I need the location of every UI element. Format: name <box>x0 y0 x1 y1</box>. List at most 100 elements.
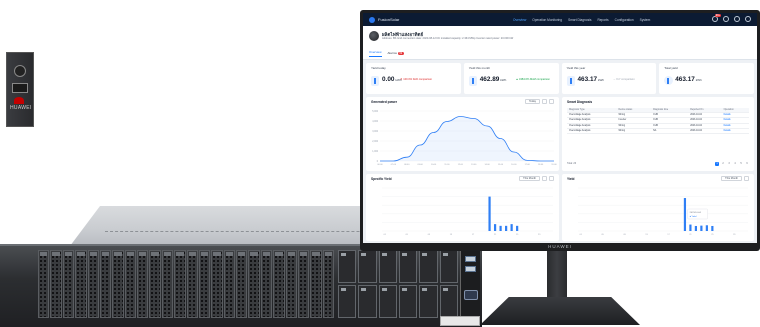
drive-bays <box>38 250 334 318</box>
y-tick-label: 2,000 <box>372 141 378 143</box>
x-tick-label: 05 <box>406 234 409 236</box>
nav-item-overview[interactable]: Overview <box>513 18 526 22</box>
kpi-delta: ▲ 4384.6% MoM comparison <box>515 78 550 81</box>
kpi-number: 462.89 <box>479 76 500 83</box>
nav-item-system[interactable]: System <box>640 18 651 22</box>
drive-bay <box>419 250 438 283</box>
x-tick-label: 12:00 <box>458 164 464 166</box>
vga-port-icon <box>464 290 478 300</box>
drive-bay <box>419 285 438 318</box>
user-icon[interactable] <box>745 16 751 22</box>
drive-bay <box>38 250 50 318</box>
page-button[interactable]: 4 <box>733 162 737 166</box>
plant-meta: Address: BS Grid connection date: 2023-0… <box>382 37 514 40</box>
page-button[interactable]: 6 <box>745 162 749 166</box>
tab-alarms-label: Alarms <box>387 50 397 55</box>
x-tick-label: 14:00 <box>484 164 490 166</box>
x-tick-label: 25 <box>711 234 714 236</box>
drive-bay <box>338 285 357 318</box>
bar <box>683 198 687 231</box>
table-cell: Wiring <box>616 128 652 134</box>
asset-tag <box>440 316 480 326</box>
area-fill <box>380 116 554 161</box>
bar <box>510 224 513 231</box>
nav-item-reports[interactable]: Reports <box>597 18 608 22</box>
x-tick-label: 25 <box>516 234 519 236</box>
x-tick-label: 29 <box>538 234 541 236</box>
settings-icon[interactable] <box>723 16 729 22</box>
specific-yield-chart: 01 05 09 13 17 21 25 29 <box>382 187 553 236</box>
drive-bay <box>358 250 377 283</box>
x-tick-label: 10:00 <box>431 164 437 166</box>
page-button[interactable]: 2 <box>721 162 725 166</box>
kpi-value: 463.17kWh <box>578 76 605 83</box>
plant-header: ผลิตไฟฟ้าแสงอาทิตย์ Address: BS Grid con… <box>363 26 757 60</box>
nav-item-operation-monitoring[interactable]: Operation Monitoring <box>532 18 562 22</box>
nav-item-smart-diagnosis[interactable]: Smart Diagnosis <box>568 18 591 22</box>
details-link[interactable]: Details <box>721 128 749 134</box>
kpi-label: Total yield <box>664 66 678 70</box>
kpi-delta: -- YoY comparison <box>613 78 635 81</box>
nvme-bays <box>338 250 458 318</box>
x-tick-label: 17 <box>667 234 670 236</box>
kpi-delta: ▼ 100.0% DoD comparison <box>400 78 433 81</box>
drive-bay <box>174 250 186 318</box>
kpi-label: Yield this month <box>468 66 490 70</box>
uid-button-icon <box>12 83 28 93</box>
tooltip-label: ● Yield <box>690 215 697 218</box>
x-tick-label: 11:00 <box>444 164 450 166</box>
bar <box>499 225 502 231</box>
kpi-number: 463.17 <box>675 76 695 83</box>
brand[interactable]: FusionSolar <box>369 16 399 23</box>
page-button[interactable]: 3 <box>727 162 731 166</box>
drive-bay <box>223 250 235 318</box>
fusionsolar-logo-icon <box>369 16 375 23</box>
page-button[interactable]: 1 <box>715 162 719 166</box>
huawei-logo-icon <box>14 97 24 104</box>
kpi-yield-today: Yield today 0.00kWh ▼ 100.0% DoD compari… <box>366 63 461 94</box>
smart-diagnosis-panel: Smart Diagnosis Diagnosis Type Device sta… <box>562 97 754 171</box>
table-cell: NA <box>651 128 689 134</box>
x-tick-label: 13:00 <box>471 164 477 166</box>
panel-title: Smart Diagnosis <box>567 100 593 104</box>
bell-icon[interactable]: 99+ <box>712 14 721 22</box>
nav-item-configuration[interactable]: Configuration <box>615 18 634 22</box>
yield-chart: 01 05 09 13 17 21 25 29 2023-10-04● Yield <box>578 187 748 236</box>
front-io-ports <box>460 250 480 320</box>
drive-bay <box>161 250 174 318</box>
x-tick-label: 05 <box>602 234 605 236</box>
kpi-row: Yield today 0.00kWh ▼ 100.0% DoD compari… <box>366 63 754 94</box>
drive-bay <box>399 285 418 318</box>
server-brand: HUAWEI <box>10 105 32 111</box>
kpi-yield-year: Yield this year 463.17kWh -- YoY compari… <box>561 63 657 94</box>
drive-bay <box>285 250 297 318</box>
pagination: 123456 <box>715 162 749 166</box>
alarm-badge: 99 <box>397 51 404 55</box>
help-icon[interactable] <box>734 16 740 22</box>
table-body: Overvoltage Analysis Wiring CUR 2023-10-04 D… <box>567 112 749 134</box>
page-button[interactable]: 5 <box>739 162 743 166</box>
drive-bay <box>338 250 357 283</box>
drive-bay <box>310 250 322 318</box>
bar <box>689 224 692 231</box>
x-tick-label: 15:00 <box>498 164 504 166</box>
tab-alarms[interactable]: Alarms 99 <box>388 51 404 57</box>
diagnosis-table: Diagnosis Type Device status Diagnosis tim… <box>567 108 749 134</box>
drive-bay <box>322 250 334 318</box>
x-tick-label: 09 <box>623 234 626 236</box>
x-tick-label: 09 <box>428 234 431 236</box>
total-yield-icon <box>664 76 674 85</box>
x-tick-label: 18:00 <box>538 164 544 166</box>
bar <box>711 225 714 231</box>
monitor: FusionSolar Overview Operation Monitoring… <box>360 10 760 251</box>
usb-port-icon <box>465 266 476 272</box>
drive-bay <box>236 250 248 318</box>
drive-bay <box>149 250 161 318</box>
drive-bay <box>87 250 99 318</box>
drive-bay <box>358 285 377 318</box>
tab-overview[interactable]: Overview <box>369 50 382 57</box>
toolbar-icons: 99+ <box>712 14 751 22</box>
drive-bay <box>186 250 198 318</box>
drive-bay <box>378 250 397 283</box>
drive-bay <box>112 250 124 318</box>
